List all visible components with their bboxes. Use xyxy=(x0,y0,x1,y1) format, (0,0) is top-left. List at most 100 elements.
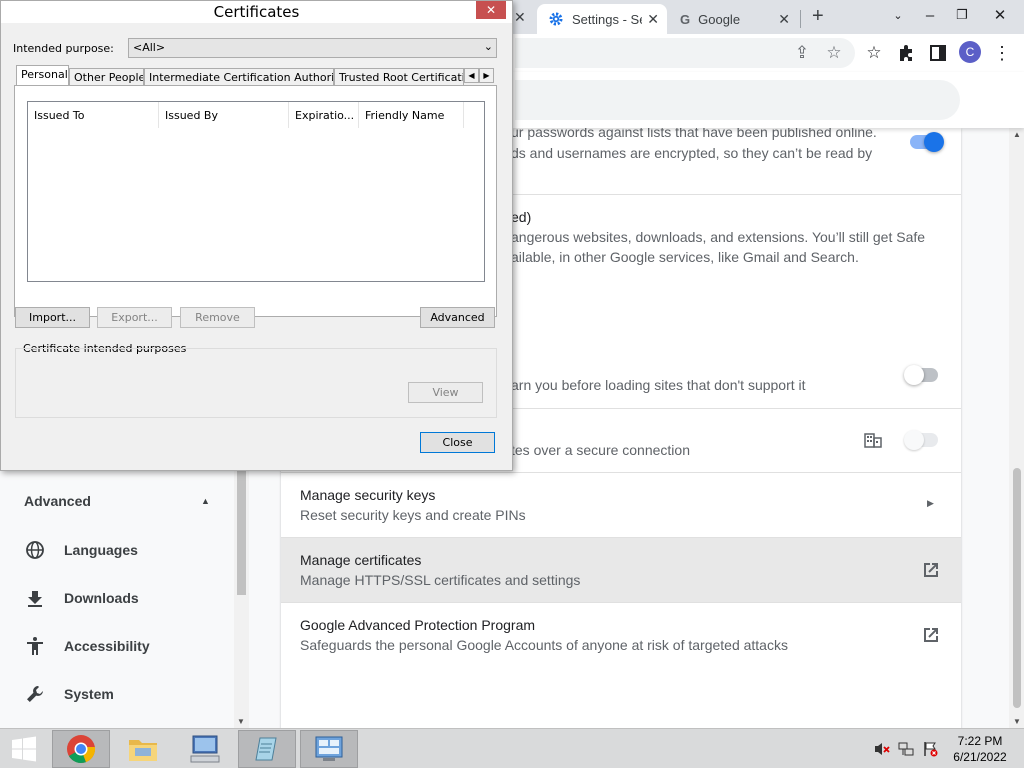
external-link-icon xyxy=(924,563,938,577)
tab-close-icon[interactable]: ✕ xyxy=(647,11,659,28)
side-panel-icon[interactable] xyxy=(926,41,950,65)
taskbar: 7:22 PM 6/21/2022 xyxy=(0,728,1024,768)
tab-trusted-root[interactable]: Trusted Root Certification xyxy=(334,68,464,85)
certificates-dialog: Certificates ✕ Intended purpose: <All> ⌄… xyxy=(0,0,513,471)
sidebar-item-accessibility[interactable]: Accessibility xyxy=(24,634,150,658)
sidebar-item-label: Accessibility xyxy=(64,638,150,654)
scroll-up-icon[interactable]: ▲ xyxy=(1013,130,1021,139)
toggle-knob xyxy=(904,365,924,385)
collapse-arrow-icon[interactable]: ▲ xyxy=(201,496,210,506)
sidebar-item-system[interactable]: System xyxy=(24,682,114,706)
clock-time: 7:22 PM xyxy=(957,734,1003,748)
page-scrollbar[interactable]: ▲ ▼ xyxy=(1009,128,1024,728)
taskbar-chrome[interactable] xyxy=(52,730,110,768)
google-icon: G xyxy=(680,11,691,27)
tab-search-icon[interactable]: ⌄ xyxy=(880,0,916,30)
extensions-icon[interactable] xyxy=(894,41,918,65)
tab-title: Settings - Se xyxy=(572,11,642,27)
import-button[interactable]: Import... xyxy=(15,307,90,328)
tab-settings[interactable]: Settings - Se ✕ xyxy=(537,4,667,34)
sidebar-item-label: Languages xyxy=(64,542,138,558)
sidebar-item-downloads[interactable]: Downloads xyxy=(24,586,139,610)
taskbar-notepad[interactable] xyxy=(238,730,296,768)
scrollbar-thumb[interactable] xyxy=(237,470,246,595)
share-icon[interactable]: ⇪ xyxy=(790,41,814,65)
tab-label: Other People xyxy=(74,71,144,84)
tab-title: Google xyxy=(698,11,741,27)
password-check-toggle[interactable] xyxy=(910,132,944,152)
scroll-down-icon[interactable]: ▼ xyxy=(1013,717,1021,726)
sidebar-scrollbar[interactable]: ▼ xyxy=(234,470,249,728)
sidebar-advanced[interactable]: Advanced xyxy=(24,493,91,509)
sidebar-advanced-label: Advanced xyxy=(24,493,91,509)
row-subtitle: Manage HTTPS/SSL certificates and settin… xyxy=(300,572,581,588)
divider xyxy=(511,194,961,195)
bookmark-star-icon[interactable]: ☆ xyxy=(822,41,846,65)
tab-label: Trusted Root Certification xyxy=(339,71,464,84)
https-only-description: arn you before loading sites that don't … xyxy=(511,377,806,393)
tab-personal[interactable]: Personal xyxy=(16,65,69,85)
tab-scroll-right-icon[interactable]: ▶ xyxy=(479,68,494,83)
column-expiration[interactable]: Expiratio... xyxy=(289,102,359,128)
sidebar-item-languages[interactable]: Languages xyxy=(24,538,138,562)
scroll-down-icon[interactable]: ▼ xyxy=(237,717,245,726)
chevron-right-icon: ▶ xyxy=(927,498,934,508)
folder-icon xyxy=(129,740,157,761)
tab-other-people[interactable]: Other People xyxy=(69,68,144,85)
tab-separator xyxy=(800,10,801,28)
advanced-button[interactable]: Advanced xyxy=(420,307,495,328)
system-clock[interactable]: 7:22 PM 6/21/2022 xyxy=(950,733,1010,765)
view-button[interactable]: View xyxy=(408,382,483,403)
taskbar-computer[interactable] xyxy=(176,730,234,768)
tab-scroll-left-icon[interactable]: ◀ xyxy=(464,68,479,83)
minimize-icon[interactable]: – xyxy=(912,0,948,30)
safe-browsing-heading: ed) xyxy=(511,209,532,225)
volume-muted-icon[interactable] xyxy=(874,741,890,757)
windows-logo-icon xyxy=(12,736,36,762)
divider xyxy=(281,472,961,473)
menu-icon[interactable]: ⋮ xyxy=(990,41,1014,65)
tab-close-icon[interactable]: ✕ xyxy=(514,9,526,26)
divider xyxy=(281,602,961,603)
toggle-knob xyxy=(904,430,924,450)
dialog-titlebar[interactable]: Certificates ✕ xyxy=(1,1,512,23)
network-icon[interactable] xyxy=(898,741,914,757)
taskbar-file-explorer[interactable] xyxy=(114,730,172,768)
intended-purpose-select[interactable]: <All> ⌄ xyxy=(128,38,497,58)
intended-purpose-value: <All> xyxy=(133,41,166,54)
remove-button[interactable]: Remove xyxy=(180,307,255,328)
manage-certificates-row[interactable] xyxy=(281,538,961,602)
scrollbar-thumb[interactable] xyxy=(1013,468,1021,708)
start-button[interactable] xyxy=(0,730,48,768)
safe-browsing-description: angerous websites, downloads, and extens… xyxy=(511,229,926,245)
column-issued-by[interactable]: Issued By xyxy=(159,102,289,128)
new-tab-button[interactable]: + xyxy=(812,5,824,28)
safe-browsing-description-2: ailable, in other Google services, like … xyxy=(511,249,859,265)
certificate-list[interactable]: Issued To Issued By Expiratio... Friendl… xyxy=(27,101,485,282)
close-window-icon[interactable]: ✕ xyxy=(982,0,1018,30)
star-icon[interactable]: ☆ xyxy=(862,41,886,65)
action-center-flag-icon[interactable] xyxy=(922,741,938,757)
dialog-close-icon[interactable]: ✕ xyxy=(476,1,506,19)
tab-intermediate-ca[interactable]: Intermediate Certification Authorities xyxy=(144,68,334,85)
tab-google[interactable]: G Google ✕ xyxy=(668,4,798,34)
control-panel-icon xyxy=(315,736,343,761)
enterprise-building-icon xyxy=(864,433,882,448)
export-button[interactable]: Export... xyxy=(97,307,172,328)
profile-avatar[interactable]: C xyxy=(959,41,981,63)
https-only-toggle[interactable] xyxy=(904,365,938,385)
download-icon xyxy=(28,591,42,607)
intended-purpose-label: Intended purpose: xyxy=(13,42,114,55)
row-subtitle: Reset security keys and create PINs xyxy=(300,507,526,523)
taskbar-control-panel[interactable] xyxy=(300,730,358,768)
column-issued-to[interactable]: Issued To xyxy=(28,102,159,128)
tab-label: Personal xyxy=(21,68,68,81)
restore-icon[interactable]: ❐ xyxy=(944,0,980,30)
row-title: Google Advanced Protection Program xyxy=(300,617,536,633)
tab-close-icon[interactable]: ✕ xyxy=(778,11,790,28)
gear-icon xyxy=(549,12,563,26)
toggle-knob xyxy=(924,132,944,152)
column-friendly-name[interactable]: Friendly Name xyxy=(359,102,464,128)
settings-search-input[interactable] xyxy=(515,80,960,120)
close-button[interactable]: Close xyxy=(420,432,495,453)
